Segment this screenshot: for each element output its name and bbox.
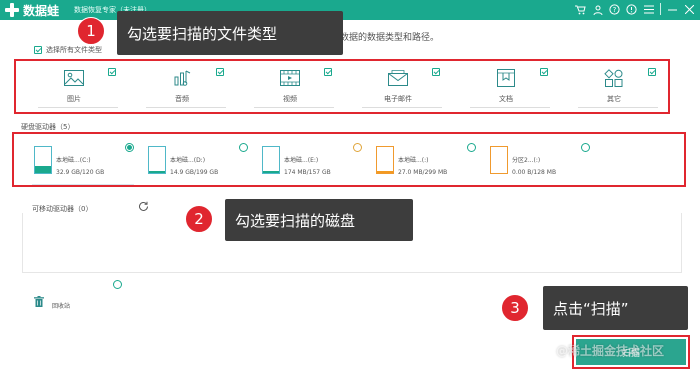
app-logo-icon	[4, 2, 20, 18]
video-icon	[280, 69, 300, 87]
drive-radio[interactable]	[125, 143, 134, 152]
file-type-label: 音频	[175, 95, 189, 103]
drive-name: 本地磁...(D:)	[170, 157, 206, 164]
drive-name: 分区2...(:)	[512, 157, 541, 164]
user-icon[interactable]	[591, 3, 604, 16]
cart-icon[interactable]	[574, 3, 587, 16]
drive-icon	[490, 146, 508, 174]
file-type-email[interactable]: 电子邮件	[362, 66, 442, 108]
svg-text:?: ?	[613, 6, 617, 14]
title-bar: 数据蛙 数据恢复专家（未注册） ?	[0, 0, 700, 20]
file-type-video[interactable]: 视频	[254, 66, 334, 108]
select-all-file-types[interactable]: 选择所有文件类型	[34, 45, 102, 55]
callout-number-1: 1	[77, 17, 105, 45]
recycle-bin-radio[interactable]	[113, 280, 122, 289]
callout-3: 点击“扫描”	[543, 286, 688, 330]
menu-icon[interactable]	[642, 3, 655, 16]
callout-number-3: 3	[501, 294, 529, 322]
select-all-checkbox[interactable]	[34, 46, 42, 54]
drive-size: 174 MB/157 GB	[284, 169, 331, 176]
callout-number-2: 2	[185, 205, 213, 233]
drive-radio[interactable]	[581, 143, 590, 152]
app-name: 数据蛙	[23, 4, 60, 18]
hard-drives-title: 硬盘驱动器（5）	[21, 123, 75, 131]
recycle-bin-label: 回收站	[52, 303, 71, 310]
drive-item[interactable]: 本地磁...(:) 27.0 MB/299 MB	[372, 140, 478, 182]
file-type-document[interactable]: 文档	[470, 66, 550, 108]
drive-item[interactable]: 本地磁...(C:) 32.9 GB/120 GB	[30, 140, 136, 185]
drive-item[interactable]: 本地磁...(D:) 14.9 GB/199 GB	[144, 140, 250, 182]
drive-icon	[376, 146, 394, 174]
audio-type-checkbox[interactable]	[216, 68, 224, 76]
close-icon[interactable]	[683, 3, 696, 16]
drive-icon	[148, 146, 166, 174]
file-type-audio[interactable]: 音频	[146, 66, 226, 108]
drive-divider	[32, 184, 134, 185]
drive-item[interactable]: 分区2...(:) 0.00 B/128 MB	[486, 140, 592, 182]
audio-icon	[172, 69, 192, 87]
file-type-label: 视频	[283, 95, 297, 103]
document-type-checkbox[interactable]	[540, 68, 548, 76]
video-type-checkbox[interactable]	[324, 68, 332, 76]
image-type-checkbox[interactable]	[108, 68, 116, 76]
help-icon[interactable]: ?	[608, 3, 621, 16]
window-controls: ?	[574, 3, 696, 16]
file-type-label: 电子邮件	[384, 95, 412, 103]
drive-name: 本地磁...(:)	[398, 157, 429, 164]
select-all-label: 选择所有文件类型	[46, 46, 102, 54]
file-type-label: 文档	[499, 95, 513, 103]
watermark: @稀土掘金技术社区	[556, 344, 665, 358]
drive-name: 本地磁...(C:)	[56, 157, 91, 164]
drive-name: 本地磁...(E:)	[284, 157, 319, 164]
drive-size: 0.00 B/128 MB	[512, 169, 557, 176]
drive-icon	[262, 146, 280, 174]
file-type-label: 图片	[67, 95, 81, 103]
drive-radio[interactable]	[467, 143, 476, 152]
hard-drives-panel: 本地磁...(C:) 32.9 GB/120 GB 本地磁...(D:) 14.…	[12, 132, 686, 187]
file-type-label: 其它	[607, 95, 621, 103]
title-bar-divider	[660, 3, 661, 15]
recycle-bin-icon[interactable]	[34, 292, 44, 307]
callout-2: 勾选要扫描的磁盘	[225, 199, 413, 241]
email-type-checkbox[interactable]	[432, 68, 440, 76]
callout-1: 勾选要扫描的文件类型	[117, 11, 343, 55]
feedback-icon[interactable]	[625, 3, 638, 16]
drive-item[interactable]: 本地磁...(E:) 174 MB/157 GB	[258, 140, 364, 182]
file-type-other[interactable]: 其它	[578, 66, 658, 108]
drive-size: 32.9 GB/120 GB	[56, 169, 105, 176]
file-types-panel: 图片 音频 视频 电子邮件 文档 其它	[14, 59, 670, 114]
other-icon	[604, 69, 624, 87]
drive-radio[interactable]	[239, 143, 248, 152]
drive-size: 14.9 GB/199 GB	[170, 169, 219, 176]
other-type-checkbox[interactable]	[648, 68, 656, 76]
image-icon	[64, 69, 84, 87]
minimize-icon[interactable]	[666, 3, 679, 16]
drive-radio[interactable]	[353, 143, 362, 152]
document-icon	[496, 69, 516, 87]
file-type-image[interactable]: 图片	[38, 66, 118, 108]
drive-icon	[34, 146, 52, 174]
drive-size: 27.0 MB/299 MB	[398, 169, 448, 176]
email-icon	[388, 69, 408, 87]
